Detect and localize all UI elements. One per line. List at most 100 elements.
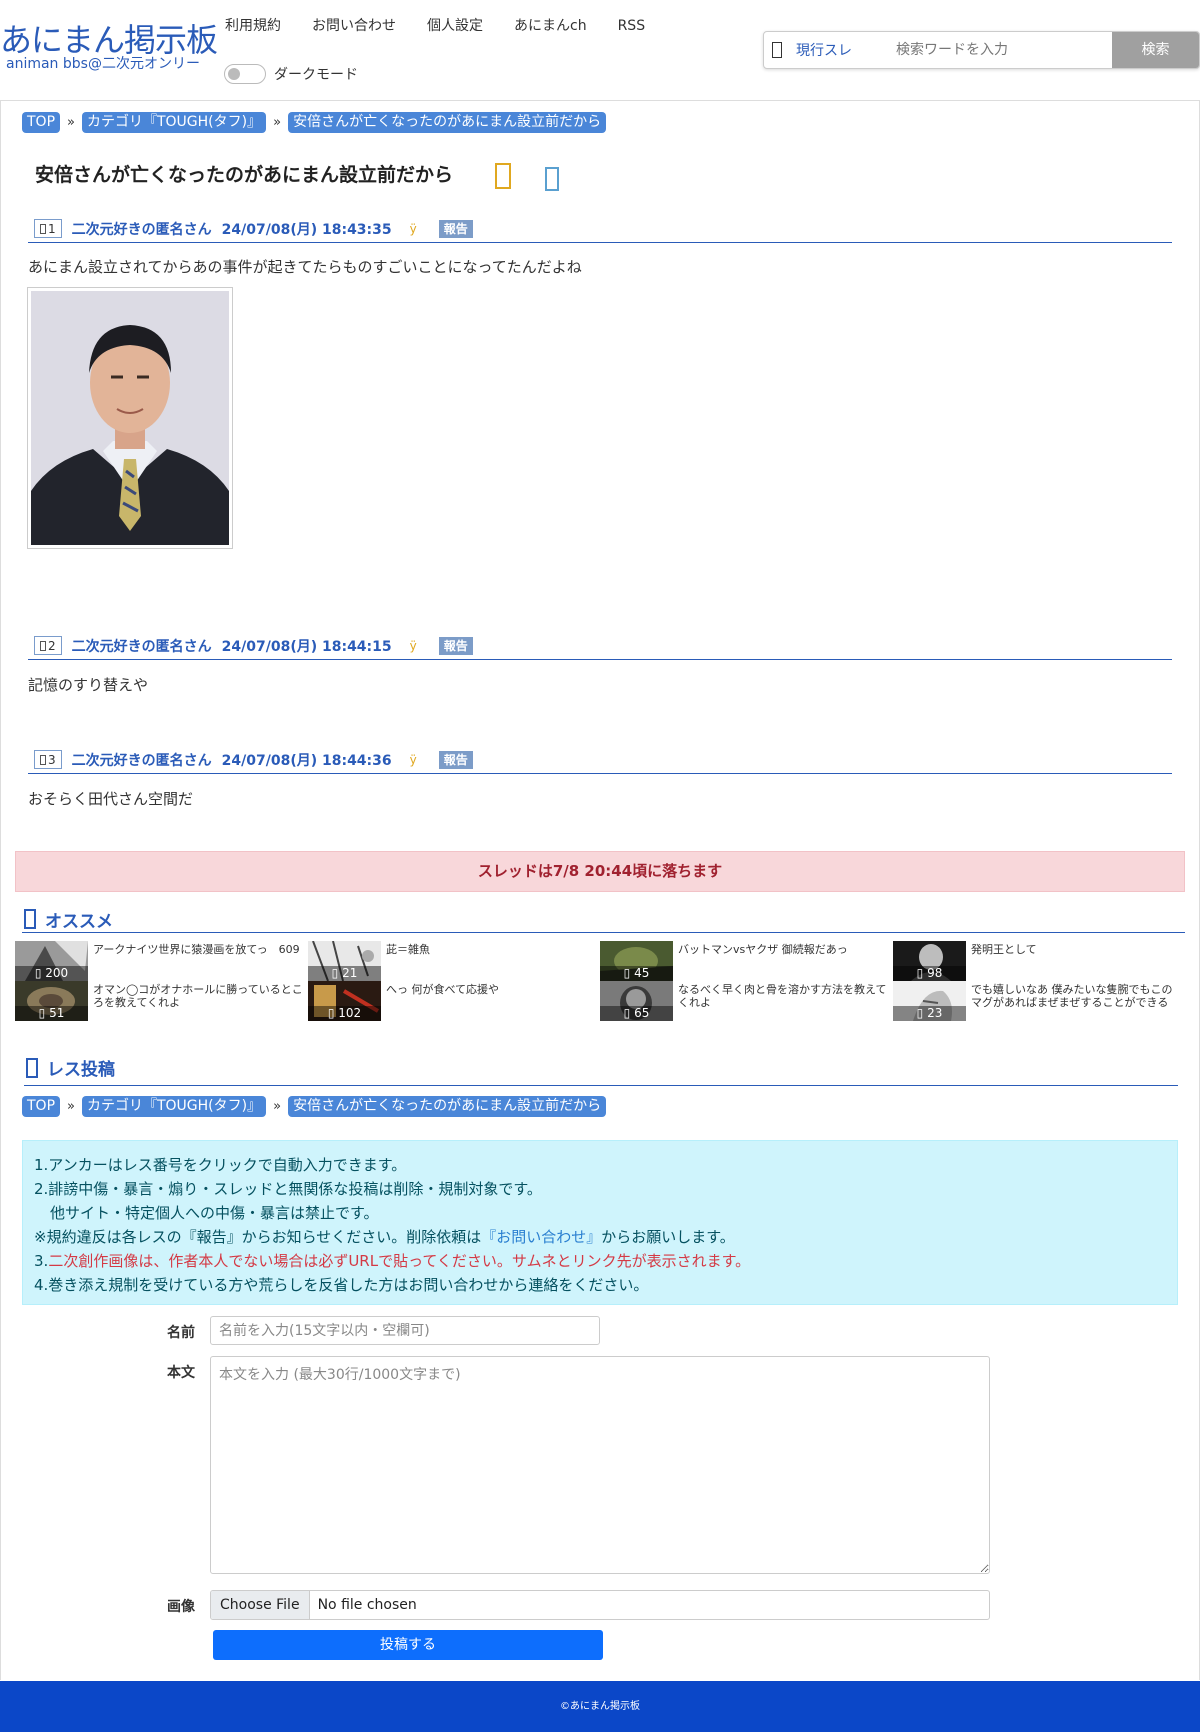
recommend-count-value: 102 <box>338 1006 362 1020</box>
recommend-heading: オススメ <box>22 906 1185 933</box>
choose-file-button[interactable]: Choose File <box>211 1591 310 1619</box>
post-number-icon <box>40 640 46 651</box>
post-date: 24/07/08(月) 18:44:36 <box>221 752 392 769</box>
breadcrumb-top[interactable]: TOP <box>22 112 61 133</box>
recommend-count-value: 51 <box>49 1006 65 1020</box>
thread-expiry-notice: スレッドは7/8 20:44頃に落ちます <box>15 851 1185 892</box>
post-number[interactable]: 3 <box>34 750 62 769</box>
post-date: 24/07/08(月) 18:43:35 <box>221 221 392 238</box>
site-tagline: animan bbs@二次元オンリー <box>6 56 200 72</box>
search-button[interactable]: 検索 <box>1112 32 1199 68</box>
search-scope-select[interactable]: 現行スレ <box>796 40 894 60</box>
name-input[interactable] <box>210 1316 600 1345</box>
reply-heading: レス投稿 <box>24 1050 1178 1086</box>
site-header: あにまん掲示板 animan bbs@二次元オンリー 利用規約 お問い合わせ 個… <box>0 0 1200 100</box>
comment-icon: ▯ <box>331 966 339 980</box>
darkmode-label: ダークモード <box>274 67 358 83</box>
breadcrumb-category[interactable]: カテゴリ『TOUGH(タフ)』 <box>81 1096 267 1117</box>
submit-button[interactable]: 投稿する <box>213 1630 603 1660</box>
post-author: 二次元好きの匿名さん <box>71 221 212 238</box>
recommend-title: 発明王として <box>971 943 1037 956</box>
breadcrumb-thread[interactable]: 安倍さんが亡くなったのがあにまん設立前だから <box>288 1096 607 1117</box>
image-label: 画像 <box>167 1599 195 1615</box>
search-scope-icon <box>772 42 782 58</box>
rule-3-warning: 二次創作画像は、作者本人でない場合は必ずURLで貼ってください。サムネとリンク先… <box>48 1252 751 1270</box>
comment-icon: ▯ <box>916 1006 924 1020</box>
recommend-item[interactable]: ▯ 45 バットマンvsヤクザ 御続報だあっ <box>600 941 890 981</box>
post-date: 24/07/08(月) 18:44:15 <box>221 638 392 655</box>
recommend-title: オマン◯コがオナホールに勝っているところを教えてくれよ <box>93 983 303 1009</box>
recommend-reply-count: ▯ 98 <box>893 966 966 981</box>
body-label: 本文 <box>167 1365 195 1381</box>
recommend-title: へっ 何が食べて応援や <box>386 983 500 996</box>
nav-terms-link[interactable]: 利用規約 <box>225 16 281 36</box>
favorite-icon[interactable] <box>495 163 511 189</box>
recommend-count-value: 200 <box>45 966 69 980</box>
file-status: No file chosen <box>317 1597 417 1613</box>
post-id-icon[interactable]: ÿ <box>410 222 417 236</box>
recommend-item[interactable]: ▯ 23 でも嬉しいなあ 僕みたいな隻腕でもこのマグがあればまぜまぜすることがで… <box>893 981 1183 1021</box>
post-body: あにまん設立されてからあの事件が起きてたらものすごいことになってたんだよね <box>28 258 582 276</box>
rule-report-note: ※規約違反は各レスの『報告』からお知らせください。削除依頼は『お問い合わせ』から… <box>34 1225 1166 1249</box>
breadcrumb-separator: » <box>273 1099 282 1114</box>
recommend-item[interactable]: ▯ 21 茈＝雑魚 <box>308 941 598 981</box>
recommend-item[interactable]: ▯ 102 へっ 何が食べて応援や <box>308 981 598 1021</box>
recommend-count-value: 45 <box>634 966 650 980</box>
nav-animanch-link[interactable]: あにまんch <box>514 16 587 36</box>
recommend-reply-count: ▯ 23 <box>893 1006 966 1021</box>
recommend-title: バットマンvsヤクザ 御続報だあっ <box>678 943 848 956</box>
breadcrumb-thread[interactable]: 安倍さんが亡くなったのがあにまん設立前だから <box>288 112 607 133</box>
post-number-icon <box>40 223 46 234</box>
nav-rss-link[interactable]: RSS <box>618 16 646 36</box>
recommend-title: アークナイツ世界に猿漫画を放てっ 609 <box>93 943 300 956</box>
breadcrumb-category[interactable]: カテゴリ『TOUGH(タフ)』 <box>81 112 267 133</box>
reply-heading-text: レス投稿 <box>47 1060 115 1080</box>
recommend-reply-count: ▯ 51 <box>15 1006 88 1021</box>
post-header: 1 二次元好きの匿名さん 24/07/08(月) 18:43:35 ÿ 報告 <box>28 215 1172 243</box>
breadcrumb: TOP » カテゴリ『TOUGH(タフ)』 » 安倍さんが亡くなったのがあにまん… <box>22 112 607 133</box>
breadcrumb-top[interactable]: TOP <box>22 1096 61 1117</box>
post-number-value: 2 <box>48 638 56 653</box>
recommend-reply-count: ▯ 45 <box>600 966 673 981</box>
recommend-reply-count: ▯ 21 <box>308 966 381 981</box>
site-logo[interactable]: あにまん掲示板 <box>0 22 218 58</box>
report-button[interactable]: 報告 <box>438 750 473 769</box>
darkmode-toggle[interactable] <box>224 64 266 84</box>
nav-settings-link[interactable]: 個人設定 <box>427 16 483 36</box>
rule-4: 4.巻き添え規制を受けている方や荒らしを反省した方はお問い合わせから連絡をくださ… <box>34 1276 649 1294</box>
recommend-item[interactable]: ▯ 51 オマン◯コがオナホールに勝っているところを教えてくれよ <box>15 981 305 1021</box>
search-input[interactable] <box>894 33 1108 67</box>
nav-contact-link[interactable]: お問い合わせ <box>312 16 396 36</box>
breadcrumb-separator: » <box>273 115 282 130</box>
report-button[interactable]: 報告 <box>438 636 473 655</box>
recommend-title: なるべく早く肉と骨を溶かす方法を教えてくれよ <box>678 983 887 1009</box>
post-author: 二次元好きの匿名さん <box>71 752 212 769</box>
recommend-count-value: 23 <box>927 1006 943 1020</box>
post-id-icon[interactable]: ÿ <box>410 753 417 767</box>
recommend-title: でも嬉しいなあ 僕みたいな隻腕でもこのマグがあればまぜまぜすることができる <box>971 983 1173 1009</box>
recommend-item[interactable]: ▯ 98 発明王として <box>893 941 1183 981</box>
recommend-icon <box>24 909 36 929</box>
post-image[interactable] <box>27 287 233 549</box>
contact-link[interactable]: 『お問い合わせ』 <box>481 1228 601 1246</box>
post-body: おそらく田代さん空間だ <box>28 790 194 808</box>
report-button[interactable]: 報告 <box>438 219 473 238</box>
breadcrumb-separator: » <box>67 115 75 130</box>
comment-icon: ▯ <box>916 966 924 980</box>
recommend-count-value: 98 <box>927 966 943 980</box>
post-id-icon[interactable]: ÿ <box>410 639 417 653</box>
recommend-item[interactable]: ▯ 200 アークナイツ世界に猿漫画を放てっ 609 <box>15 941 305 981</box>
site-footer: ©あにまん掲示板 <box>0 1681 1200 1732</box>
rule-2-sub: 他サイト・特定個人への中傷・暴言は禁止です。 <box>50 1204 379 1222</box>
image-file-input[interactable]: Choose File No file chosen <box>210 1590 990 1620</box>
darkmode-switch[interactable]: ダークモード <box>224 64 358 84</box>
body-textarea[interactable] <box>210 1356 990 1574</box>
share-icon[interactable] <box>545 167 559 191</box>
recommend-item[interactable]: ▯ 65 なるべく早く肉と骨を溶かす方法を教えてくれよ <box>600 981 890 1021</box>
post-number[interactable]: 2 <box>34 636 62 655</box>
post-number-value: 3 <box>48 752 56 767</box>
rule-1: 1.アンカーはレス番号をクリックで自動入力できます。 <box>34 1156 407 1174</box>
post-number-icon <box>40 754 46 765</box>
name-label: 名前 <box>167 1325 195 1341</box>
post-number[interactable]: 1 <box>34 219 62 238</box>
